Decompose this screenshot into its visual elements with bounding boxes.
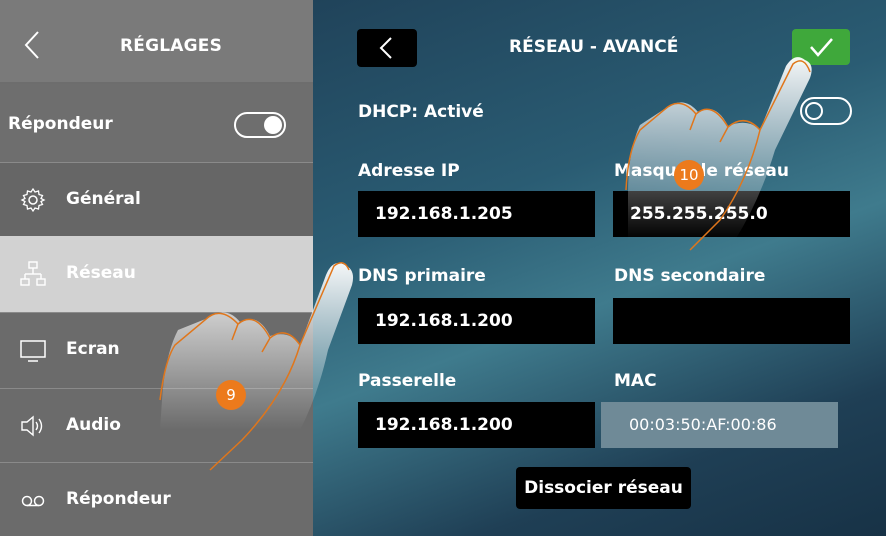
settings-sidebar: RÉGLAGES Répondeur Général Réseau Ecran … bbox=[0, 0, 313, 536]
step-callout-badge: 9 bbox=[216, 380, 246, 410]
sidebar-item-label: Général bbox=[66, 189, 141, 209]
page-title: RÉSEAU - AVANCÉ bbox=[509, 37, 679, 57]
primary-dns-label: DNS primaire bbox=[358, 266, 486, 286]
dhcp-status-label: DHCP: Activé bbox=[358, 102, 484, 122]
settings-screen: RÉGLAGES Répondeur Général Réseau Ecran … bbox=[0, 0, 886, 536]
subnet-mask-field[interactable]: 255.255.255.0 bbox=[613, 191, 850, 237]
dhcp-toggle[interactable] bbox=[800, 97, 852, 125]
ip-address-field[interactable]: 192.168.1.205 bbox=[358, 191, 595, 237]
answering-machine-toggle[interactable] bbox=[234, 112, 286, 138]
primary-dns-field[interactable]: 192.168.1.200 bbox=[358, 298, 595, 344]
step-callout-badge: 10 bbox=[674, 160, 704, 190]
ip-address-label: Adresse IP bbox=[358, 161, 460, 181]
sidebar-item-general[interactable]: Général bbox=[0, 162, 313, 238]
sidebar-item-audio[interactable]: Audio bbox=[0, 388, 313, 464]
back-arrow-icon bbox=[379, 37, 392, 59]
confirm-button[interactable] bbox=[792, 29, 850, 65]
checkmark-icon bbox=[810, 38, 833, 57]
sidebar-item-answering-machine[interactable]: Répondeur bbox=[0, 462, 313, 536]
mac-address-field: 00:03:50:AF:00:86 bbox=[601, 402, 838, 448]
sidebar-item-screen[interactable]: Ecran bbox=[0, 312, 313, 388]
sidebar-item-label: Répondeur bbox=[66, 489, 171, 509]
back-arrow-icon[interactable] bbox=[22, 30, 42, 60]
network-icon bbox=[20, 261, 46, 286]
network-advanced-panel: RÉSEAU - AVANCÉ DHCP: Activé Adresse IP … bbox=[313, 0, 886, 536]
gear-icon bbox=[20, 187, 46, 213]
sidebar-item-label: Réseau bbox=[66, 263, 136, 283]
secondary-dns-label: DNS secondaire bbox=[614, 266, 766, 286]
sidebar-item-label: Ecran bbox=[66, 339, 120, 359]
answering-machine-toggle-row: Répondeur bbox=[0, 84, 313, 162]
voicemail-icon bbox=[21, 495, 45, 507]
sidebar-title: RÉGLAGES bbox=[120, 36, 223, 56]
monitor-icon bbox=[20, 340, 46, 362]
back-button[interactable] bbox=[357, 29, 417, 67]
speaker-icon bbox=[21, 415, 43, 437]
answering-machine-label: Répondeur bbox=[8, 114, 113, 134]
dissociate-network-button[interactable]: Dissocier réseau bbox=[516, 467, 691, 509]
mac-label: MAC bbox=[614, 371, 657, 391]
gateway-label: Passerelle bbox=[358, 371, 457, 391]
sidebar-header: RÉGLAGES bbox=[0, 0, 313, 82]
secondary-dns-field[interactable] bbox=[613, 298, 850, 344]
gateway-field[interactable]: 192.168.1.200 bbox=[358, 402, 595, 448]
sidebar-item-network[interactable]: Réseau bbox=[0, 236, 313, 312]
sidebar-item-label: Audio bbox=[66, 415, 121, 435]
